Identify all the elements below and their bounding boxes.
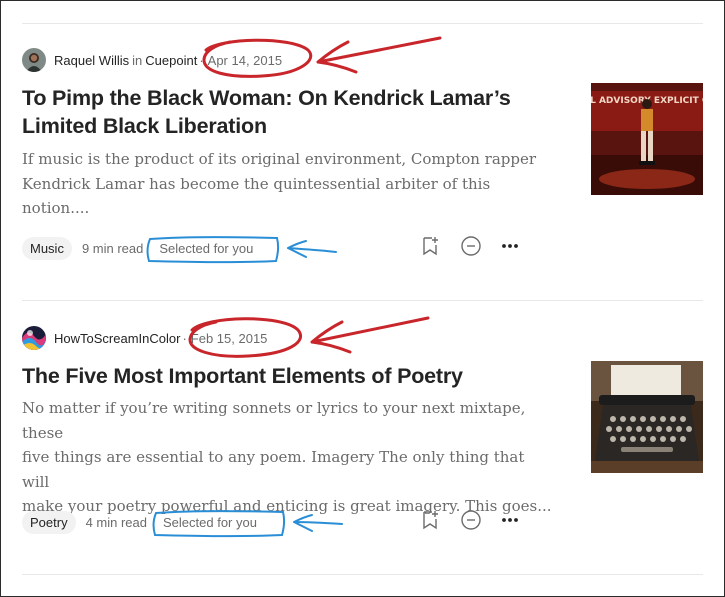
author-avatar[interactable] <box>22 48 46 72</box>
concert-stage-image: PARENTAL ADVISORY EXPLICIT CONTENT <box>591 83 703 195</box>
article-thumbnail[interactable] <box>591 361 703 473</box>
excerpt-line-2: five things are essential to any poem. I… <box>22 448 525 491</box>
article-title[interactable]: The Five Most Important Elements of Poet… <box>22 362 542 390</box>
excerpt-line-2: Kendrick Lamar has become the quintessen… <box>22 174 491 218</box>
author-name[interactable]: HowToScreamInColor <box>54 331 180 346</box>
bookmark-add-icon[interactable] <box>420 235 440 262</box>
article-meta: HowToScreamInColor · Feb 15, 2015 <box>22 326 267 350</box>
publish-date: Feb 15, 2015 <box>190 330 268 346</box>
article-actions <box>420 235 520 262</box>
article-excerpt[interactable]: No matter if you’re writing sonnets or l… <box>22 396 552 519</box>
article-footer: Poetry 4 min read Selected for you <box>22 510 263 534</box>
selected-for-you-label: Selected for you <box>159 240 254 256</box>
article-title-line-1: The Five Most Important Elements of Poet… <box>22 364 463 388</box>
author-avatar[interactable] <box>22 326 46 350</box>
article-excerpt[interactable]: If music is the product of its original … <box>22 147 552 221</box>
typewriter-image <box>591 361 703 473</box>
article-title[interactable]: To Pimp the Black Woman: On Kendrick Lam… <box>22 84 542 140</box>
topic-tag[interactable]: Music <box>22 236 72 260</box>
read-time: 4 min read <box>85 514 147 530</box>
in-label: in <box>132 52 143 68</box>
date-separator: · <box>199 52 204 68</box>
read-time: 9 min read <box>81 240 144 256</box>
article-footer: Music 9 min read Selected for you <box>22 236 259 260</box>
publication-name[interactable]: Cuepoint <box>145 53 197 68</box>
article-title-line-1: To Pimp the Black Woman: On Kendrick Lam… <box>22 86 511 110</box>
more-options-icon[interactable] <box>500 235 520 262</box>
show-less-icon[interactable] <box>460 509 482 536</box>
article-thumbnail[interactable]: PARENTAL ADVISORY EXPLICIT CONTENT <box>591 83 703 195</box>
publish-date: Apr 14, 2015 <box>207 52 283 68</box>
excerpt-line-1: If music is the product of its original … <box>22 150 537 168</box>
selected-for-you-label: Selected for you <box>163 514 257 530</box>
excerpt-line-1: No matter if you’re writing sonnets or l… <box>22 399 526 442</box>
more-options-icon[interactable] <box>500 509 520 536</box>
divider-middle <box>22 300 703 301</box>
bookmark-add-icon[interactable] <box>420 509 440 536</box>
divider-top <box>22 23 703 24</box>
article-actions <box>420 509 520 536</box>
article-title-line-2: Limited Black Liberation <box>22 114 267 138</box>
show-less-icon[interactable] <box>460 235 482 262</box>
article-meta: Raquel Willis in Cuepoint · Apr 14, 2015 <box>22 48 282 72</box>
topic-tag[interactable]: Poetry <box>22 510 76 534</box>
author-name[interactable]: Raquel Willis <box>54 53 129 68</box>
date-separator: · <box>182 330 187 346</box>
divider-bottom <box>22 574 703 575</box>
